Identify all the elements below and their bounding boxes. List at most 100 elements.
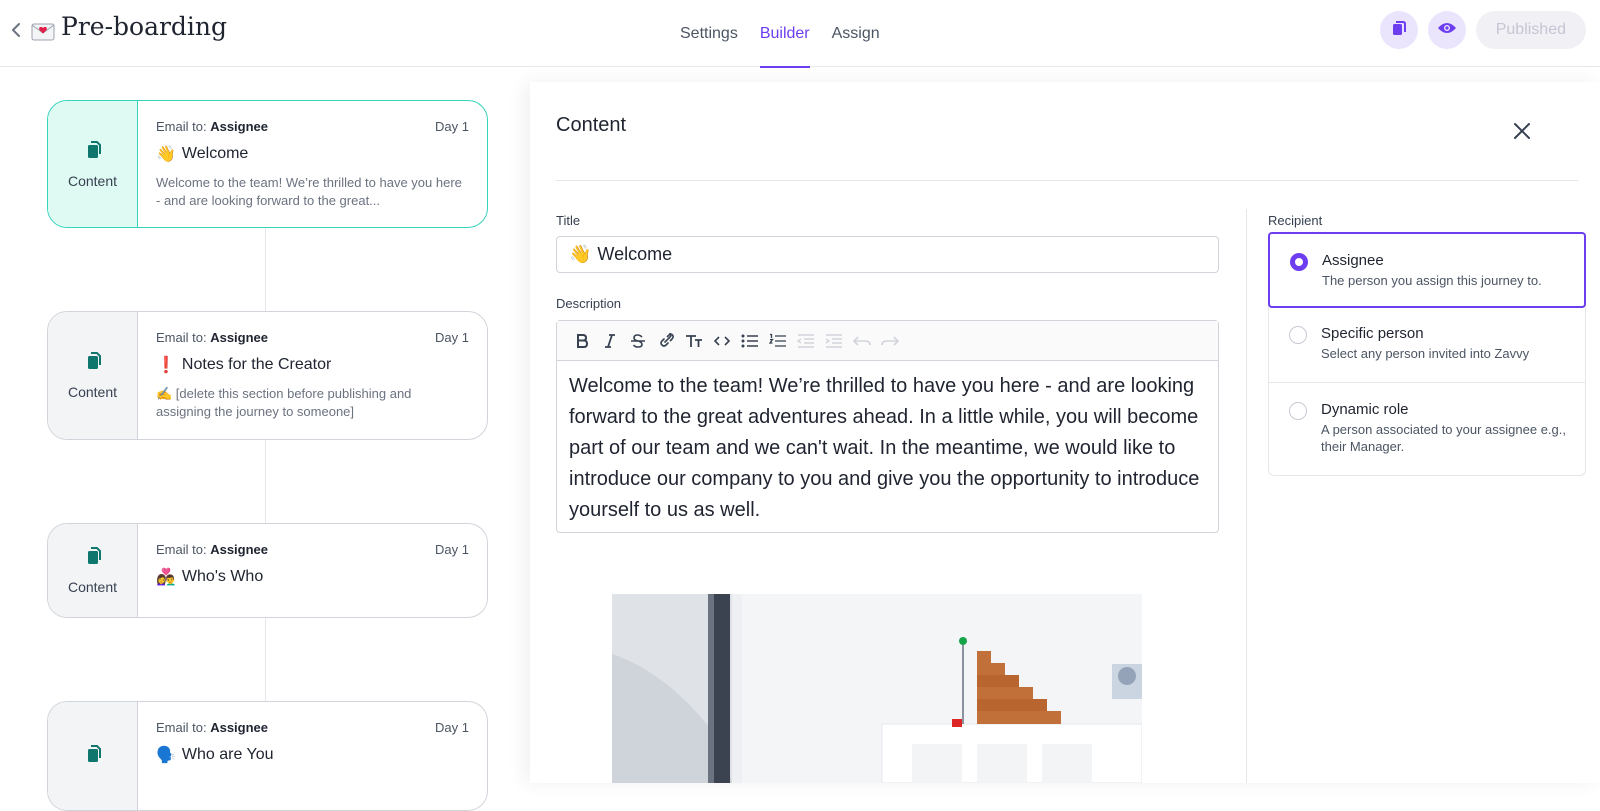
code-icon[interactable] xyxy=(711,330,733,352)
recipient-option-sub: A person associated to your assignee e.g… xyxy=(1321,422,1566,454)
tab-assign[interactable]: Assign xyxy=(832,0,880,67)
card-body: Email to: Assignee Day 1 🗣️ Who are You xyxy=(138,702,487,810)
email-target: Assignee xyxy=(210,119,269,134)
panel-divider xyxy=(556,180,1578,181)
outdent-icon xyxy=(795,330,817,352)
connector-line xyxy=(265,227,266,312)
content-doc-icon xyxy=(84,140,102,165)
top-actions: Published xyxy=(1379,11,1586,49)
card-title-text: Who's Who xyxy=(181,568,264,585)
exclamation-emoji-icon: ❗ xyxy=(156,357,176,374)
tab-bar: Settings Builder Assign xyxy=(680,0,880,68)
wave-emoji-icon: 👋 xyxy=(156,146,176,163)
card-type-label: Content xyxy=(67,579,118,595)
recipient-options: Assignee The person you assign this jour… xyxy=(1268,232,1586,476)
step-card-whos-who[interactable]: Content Email to: Assignee Day 1 👩‍❤️‍👨 W… xyxy=(47,523,488,618)
card-title: ❗ Notes for the Creator xyxy=(156,355,469,375)
published-button[interactable]: Published xyxy=(1475,11,1586,49)
column-divider xyxy=(1246,209,1247,783)
card-meta: Email to: Assignee Day 1 xyxy=(156,542,469,557)
email-prefix: Email to: xyxy=(156,542,207,557)
recipient-label: Recipient xyxy=(1268,213,1323,228)
content-doc-icon xyxy=(84,351,102,376)
card-title-text: Notes for the Creator xyxy=(181,356,332,373)
email-target: Assignee xyxy=(210,542,269,557)
eye-icon xyxy=(1437,21,1457,40)
bold-icon[interactable] xyxy=(571,330,593,352)
love-letter-icon xyxy=(31,18,55,40)
preview-button[interactable] xyxy=(1427,11,1466,49)
wave-emoji-icon: 👋 xyxy=(569,244,592,264)
description-field-label: Description xyxy=(556,296,622,311)
recipient-option-text: Assignee The person you assign this jour… xyxy=(1322,252,1592,306)
card-meta: Email to: Assignee Day 1 xyxy=(156,720,469,735)
link-icon[interactable] xyxy=(655,330,677,352)
email-prefix: Email to: xyxy=(156,330,207,345)
tab-settings[interactable]: Settings xyxy=(680,0,738,67)
day-label: Day 1 xyxy=(435,720,469,735)
numbered-list-icon[interactable] xyxy=(767,330,789,352)
description-editor[interactable]: Welcome to the team! We’re thrilled to h… xyxy=(556,320,1219,533)
card-type: Content xyxy=(48,312,138,439)
journey-steps-column: Content Email to: Assignee Day 1 👋 Welcom… xyxy=(0,67,520,811)
day-label: Day 1 xyxy=(435,542,469,557)
back-chevron-icon[interactable] xyxy=(6,20,26,40)
italic-icon[interactable] xyxy=(599,330,621,352)
radio-unselected-icon[interactable] xyxy=(1289,402,1307,420)
recipient-option-specific-person[interactable]: Specific person Select any person invite… xyxy=(1269,307,1585,383)
email-prefix: Email to: xyxy=(156,119,207,134)
card-type-label: Content xyxy=(67,384,118,400)
day-label: Day 1 xyxy=(435,119,469,134)
title-input[interactable]: 👋 Welcome xyxy=(556,236,1219,273)
bullet-list-icon[interactable] xyxy=(739,330,761,352)
undo-icon xyxy=(851,330,873,352)
card-description: Welcome to the team! We’re thrilled to h… xyxy=(156,175,462,208)
copy-icon xyxy=(1390,19,1408,42)
recipient-option-sub: Select any person invited into Zavvy xyxy=(1321,346,1530,361)
copy-button[interactable] xyxy=(1379,11,1418,49)
speaking-head-emoji-icon: 🗣️ xyxy=(156,747,176,764)
card-type: Content xyxy=(48,101,138,227)
editor-toolbar xyxy=(557,321,1218,361)
card-body: Email to: Assignee Day 1 ❗ Notes for the … xyxy=(138,312,487,439)
connector-line xyxy=(265,439,266,525)
day-label: Day 1 xyxy=(435,330,469,345)
close-icon[interactable] xyxy=(1509,118,1535,144)
top-bar: Pre-boarding Settings Builder Assign Pub… xyxy=(0,0,1600,68)
card-body: Email to: Assignee Day 1 👩‍❤️‍👨 Who's Who xyxy=(138,524,487,617)
email-prefix: Email to: xyxy=(156,720,207,735)
recipient-option-assignee[interactable]: Assignee The person you assign this jour… xyxy=(1268,232,1586,308)
description-text[interactable]: Welcome to the team! We’re thrilled to h… xyxy=(557,361,1218,536)
radio-selected-icon[interactable] xyxy=(1290,253,1308,271)
couple-emoji-icon: 👩‍❤️‍👨 xyxy=(156,569,176,586)
card-title: 👩‍❤️‍👨 Who's Who xyxy=(156,567,469,587)
step-card-welcome[interactable]: Content Email to: Assignee Day 1 👋 Welcom… xyxy=(47,100,488,228)
card-title-text: Who are You xyxy=(181,746,274,763)
redo-icon xyxy=(879,330,901,352)
text-size-icon[interactable] xyxy=(683,330,705,352)
recipient-option-title: Assignee xyxy=(1322,252,1384,269)
card-meta: Email to: Assignee Day 1 xyxy=(156,119,469,134)
recipient-option-sub: The person you assign this journey to. xyxy=(1322,273,1542,288)
strikethrough-icon[interactable] xyxy=(627,330,649,352)
step-card-notes[interactable]: Content Email to: Assignee Day 1 ❗ Notes … xyxy=(47,311,488,440)
connector-line xyxy=(265,617,266,702)
recipient-option-text: Specific person Select any person invite… xyxy=(1321,325,1591,382)
email-target: Assignee xyxy=(210,330,269,345)
card-title-text: Welcome xyxy=(181,145,249,162)
card-title: 👋 Welcome xyxy=(156,144,469,164)
step-card-who-are-you[interactable]: Email to: Assignee Day 1 🗣️ Who are You xyxy=(47,701,488,811)
card-meta: Email to: Assignee Day 1 xyxy=(156,330,469,345)
card-type: Content xyxy=(48,524,138,617)
title-input-value: Welcome xyxy=(597,244,673,264)
office-photo-image xyxy=(612,594,1142,783)
recipient-option-title: Dynamic role xyxy=(1321,401,1409,418)
title-field-label: Title xyxy=(556,213,581,228)
radio-unselected-icon[interactable] xyxy=(1289,326,1307,344)
card-type-label: Content xyxy=(67,172,118,189)
card-body: Email to: Assignee Day 1 👋 Welcome Welcom… xyxy=(138,101,487,227)
tab-builder[interactable]: Builder xyxy=(759,0,810,68)
recipient-option-title: Specific person xyxy=(1321,325,1424,342)
email-target: Assignee xyxy=(210,720,269,735)
recipient-option-dynamic-role[interactable]: Dynamic role A person associated to your… xyxy=(1269,383,1585,475)
